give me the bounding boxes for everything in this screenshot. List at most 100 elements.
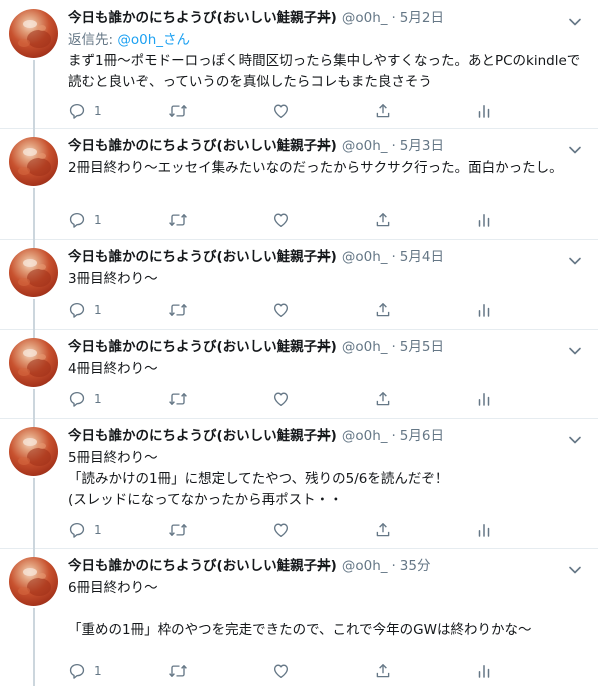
like-button[interactable]	[272, 101, 290, 121]
retweet-icon	[168, 521, 188, 539]
avatar[interactable]	[9, 137, 58, 186]
retweet-button[interactable]	[168, 389, 188, 409]
avatar[interactable]	[9, 557, 58, 606]
reply-button[interactable]: 1	[68, 210, 102, 230]
analytics-icon	[476, 102, 492, 120]
analytics-button[interactable]	[476, 389, 492, 409]
thread-line	[33, 548, 35, 557]
tweet[interactable]: 今日も誰かのにちようび(おいしい鮭親子丼) @o0h_ · 35分 6冊目終わり〜 「…	[0, 548, 598, 686]
separator-dot: ·	[391, 339, 396, 355]
reply-count: 1	[94, 664, 102, 678]
reply-count: 1	[94, 104, 102, 118]
avatar[interactable]	[9, 427, 58, 476]
tweet-header: 今日も誰かのにちようび(おいしい鮭親子丼) @o0h_ · 5月3日	[68, 134, 582, 158]
separator-dot: ·	[391, 558, 396, 574]
share-button[interactable]	[374, 210, 392, 230]
retweet-button[interactable]	[168, 300, 188, 320]
reply-context: 返信先: @o0h_さん	[68, 32, 191, 48]
analytics-button[interactable]	[476, 300, 492, 320]
like-button[interactable]	[272, 300, 290, 320]
like-button[interactable]	[272, 389, 290, 409]
reply-icon	[68, 211, 86, 229]
avatar[interactable]	[9, 9, 58, 58]
analytics-button[interactable]	[476, 101, 492, 121]
tweet-header: 今日も誰かのにちようび(おいしい鮭親子丼) @o0h_ · 5月4日	[68, 245, 582, 269]
analytics-button[interactable]	[476, 520, 492, 540]
analytics-button[interactable]	[476, 210, 492, 230]
reply-mention-link[interactable]: @o0h_さん	[117, 32, 190, 48]
separator-dot: ·	[391, 428, 396, 444]
like-button[interactable]	[272, 661, 290, 681]
share-button[interactable]	[374, 520, 392, 540]
reply-icon	[68, 521, 86, 539]
tweet-actions: 1	[68, 101, 490, 121]
tweet[interactable]: 今日も誰かのにちようび(おいしい鮭親子丼) @o0h_ · 5月2日 返信先: @o0…	[0, 0, 598, 129]
tweet-actions: 1	[68, 300, 490, 320]
timestamp[interactable]: 5月2日	[400, 10, 444, 26]
reply-button[interactable]: 1	[68, 101, 102, 121]
reply-icon	[68, 390, 86, 408]
retweet-button[interactable]	[168, 661, 188, 681]
chevron-down-icon[interactable]	[568, 12, 582, 26]
tweet-text: 4冊目終わり〜	[68, 361, 158, 377]
reply-button[interactable]: 1	[68, 520, 102, 540]
thread-line	[33, 128, 35, 137]
chevron-down-icon[interactable]	[568, 560, 582, 574]
analytics-button[interactable]	[476, 661, 492, 681]
chevron-down-icon[interactable]	[568, 140, 582, 154]
avatar[interactable]	[9, 248, 58, 297]
tweet[interactable]: 今日も誰かのにちようび(おいしい鮭親子丼) @o0h_ · 5月6日 5冊目終わり〜 …	[0, 418, 598, 549]
tweet-header: 今日も誰かのにちようび(おいしい鮭親子丼) @o0h_ · 5月5日	[68, 335, 582, 359]
reply-button[interactable]: 1	[68, 300, 102, 320]
tweet[interactable]: 今日も誰かのにちようび(おいしい鮭親子丼) @o0h_ · 5月3日 2冊目終わり〜エ…	[0, 128, 598, 240]
user-handle[interactable]: @o0h_	[342, 138, 388, 154]
reply-button[interactable]: 1	[68, 661, 102, 681]
share-button[interactable]	[374, 101, 392, 121]
chevron-down-icon[interactable]	[568, 341, 582, 355]
user-handle[interactable]: @o0h_	[342, 558, 388, 574]
timestamp[interactable]: 5月3日	[400, 138, 444, 154]
like-button[interactable]	[272, 210, 290, 230]
like-button[interactable]	[272, 520, 290, 540]
share-button[interactable]	[374, 389, 392, 409]
thread-line	[33, 299, 35, 329]
share-button[interactable]	[374, 661, 392, 681]
heart-icon	[272, 521, 290, 539]
timestamp[interactable]: 5月5日	[400, 339, 444, 355]
reply-count: 1	[94, 303, 102, 317]
display-name[interactable]: 今日も誰かのにちようび(おいしい鮭親子丼)	[68, 10, 337, 26]
display-name[interactable]: 今日も誰かのにちようび(おいしい鮭親子丼)	[68, 249, 337, 265]
display-name[interactable]: 今日も誰かのにちようび(おいしい鮭親子丼)	[68, 339, 337, 355]
chevron-down-icon[interactable]	[568, 251, 582, 265]
user-handle[interactable]: @o0h_	[342, 249, 388, 265]
tweet[interactable]: 今日も誰かのにちようび(おいしい鮭親子丼) @o0h_ · 5月4日 3冊目終わり〜 …	[0, 239, 598, 330]
share-icon	[374, 102, 392, 120]
analytics-icon	[476, 211, 492, 229]
tweet[interactable]: 今日も誰かのにちようび(おいしい鮭親子丼) @o0h_ · 5月5日 4冊目終わり〜 …	[0, 329, 598, 419]
tweet-actions: 1	[68, 520, 490, 540]
retweet-button[interactable]	[168, 520, 188, 540]
heart-icon	[272, 102, 290, 120]
heart-icon	[272, 390, 290, 408]
tweet-text: まず1冊〜ポモドーロっぽく時間区切ったら集中しやすくなった。あとPCのkindl…	[68, 53, 581, 90]
reply-button[interactable]: 1	[68, 389, 102, 409]
reply-icon	[68, 301, 86, 319]
timestamp[interactable]: 5月6日	[400, 428, 444, 444]
retweet-icon	[168, 102, 188, 120]
user-handle[interactable]: @o0h_	[342, 428, 388, 444]
retweet-button[interactable]	[168, 210, 188, 230]
user-handle[interactable]: @o0h_	[342, 339, 388, 355]
retweet-icon	[168, 390, 188, 408]
share-icon	[374, 521, 392, 539]
share-button[interactable]	[374, 300, 392, 320]
chevron-down-icon[interactable]	[568, 430, 582, 444]
timestamp[interactable]: 35分	[400, 558, 431, 574]
retweet-button[interactable]	[168, 101, 188, 121]
timestamp[interactable]: 5月4日	[400, 249, 444, 265]
display-name[interactable]: 今日も誰かのにちようび(おいしい鮭親子丼)	[68, 138, 337, 154]
display-name[interactable]: 今日も誰かのにちようび(おいしい鮭親子丼)	[68, 428, 337, 444]
user-handle[interactable]: @o0h_	[342, 10, 388, 26]
avatar[interactable]	[9, 338, 58, 387]
analytics-icon	[476, 662, 492, 680]
display-name[interactable]: 今日も誰かのにちようび(おいしい鮭親子丼)	[68, 558, 337, 574]
